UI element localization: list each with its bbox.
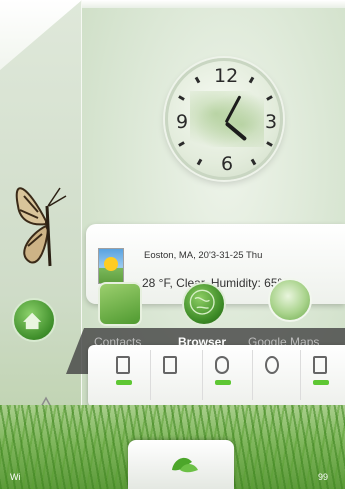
dock-indicator bbox=[313, 380, 329, 385]
clock-number-3: 3 bbox=[265, 111, 278, 133]
front-top-edge bbox=[82, 0, 345, 8]
contacts-app-icon[interactable] bbox=[98, 282, 142, 326]
dock-item-settings[interactable] bbox=[252, 350, 292, 400]
dock-item-extra[interactable] bbox=[300, 350, 340, 400]
status-text-left: Wi bbox=[10, 472, 21, 482]
clock-tick bbox=[194, 76, 201, 84]
clock-tick bbox=[266, 141, 273, 147]
google-maps-app-icon[interactable] bbox=[268, 278, 312, 322]
home-shortcut-icon[interactable] bbox=[12, 298, 56, 342]
dock-item-phone[interactable] bbox=[104, 350, 144, 400]
browser-app-icon[interactable] bbox=[182, 282, 226, 326]
analog-clock-widget[interactable]: 12 3 6 9 bbox=[165, 58, 283, 180]
clock-number-6: 6 bbox=[221, 153, 234, 175]
clock-tick bbox=[248, 76, 255, 84]
clock-tick bbox=[196, 158, 203, 166]
sunny-weather-icon bbox=[98, 248, 124, 284]
butterfly-image bbox=[15, 187, 67, 267]
dock-indicator bbox=[215, 380, 231, 385]
sun-icon bbox=[104, 257, 118, 271]
house-icon bbox=[23, 312, 42, 330]
app-drawer-handle[interactable] bbox=[128, 440, 234, 489]
dock-item-call-log[interactable] bbox=[202, 350, 242, 400]
clock-tick bbox=[178, 141, 185, 147]
sms-icon bbox=[163, 356, 177, 374]
dock-item-sms[interactable] bbox=[150, 350, 190, 400]
clock-number-9: 9 bbox=[176, 111, 189, 133]
weather-location-date: Eoston, MA, 20'3-31-25 Thu bbox=[144, 250, 263, 261]
clock-number-12: 12 bbox=[214, 65, 239, 87]
dock-indicator bbox=[116, 380, 132, 385]
clock-tick bbox=[178, 95, 185, 101]
call-log-icon bbox=[215, 356, 229, 374]
settings-icon bbox=[265, 356, 279, 374]
clock-tick bbox=[266, 95, 273, 101]
status-text-right: 99 bbox=[318, 472, 329, 482]
clock-tick bbox=[250, 158, 257, 166]
phone-icon bbox=[116, 356, 130, 374]
leaf-launcher-icon bbox=[172, 457, 198, 473]
globe-icon bbox=[189, 289, 215, 315]
home-screen: 12 3 6 9 Eoston, MA, 20'3-31-25 Thu 28 °… bbox=[0, 0, 345, 489]
extra-icon bbox=[313, 356, 327, 374]
